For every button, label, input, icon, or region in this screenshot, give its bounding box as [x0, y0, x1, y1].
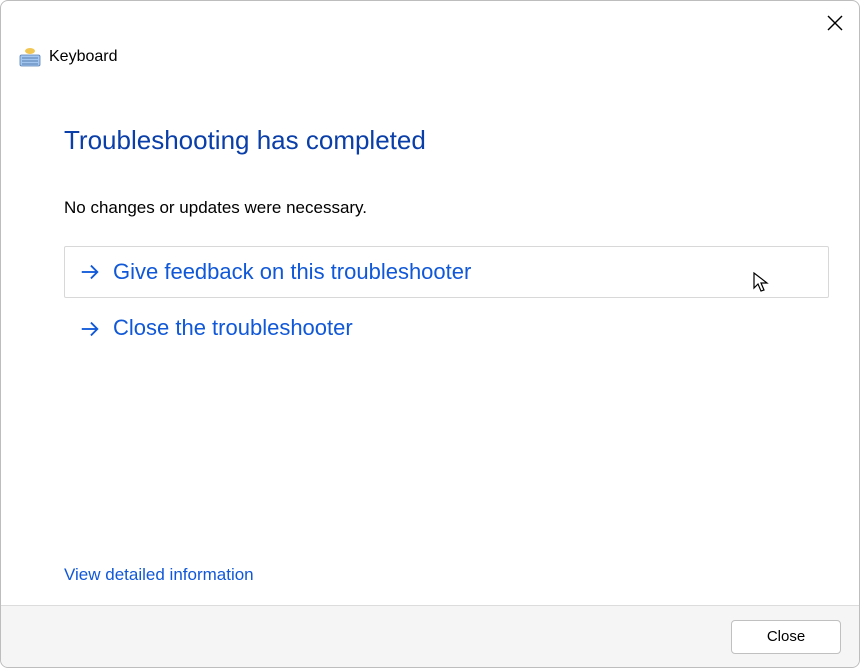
keyboard-icon — [19, 48, 39, 66]
troubleshooter-window: Keyboard Troubleshooting has completed N… — [0, 0, 860, 668]
page-title: Troubleshooting has completed — [64, 125, 829, 156]
arrow-right-icon — [79, 318, 101, 340]
option-label: Close the troubleshooter — [113, 315, 353, 341]
view-detailed-link[interactable]: View detailed information — [64, 565, 254, 585]
option-label: Give feedback on this troubleshooter — [113, 259, 471, 285]
close-button[interactable]: Close — [731, 620, 841, 654]
header: Keyboard — [1, 43, 859, 71]
content-area: Troubleshooting has completed No changes… — [1, 71, 859, 605]
option-give-feedback[interactable]: Give feedback on this troubleshooter — [64, 246, 829, 298]
arrow-right-icon — [79, 261, 101, 283]
status-text: No changes or updates were necessary. — [64, 198, 829, 218]
close-icon[interactable] — [821, 9, 849, 37]
option-close-troubleshooter[interactable]: Close the troubleshooter — [64, 302, 829, 354]
titlebar — [1, 1, 859, 49]
header-label: Keyboard — [49, 48, 118, 66]
footer: Close — [1, 605, 859, 667]
